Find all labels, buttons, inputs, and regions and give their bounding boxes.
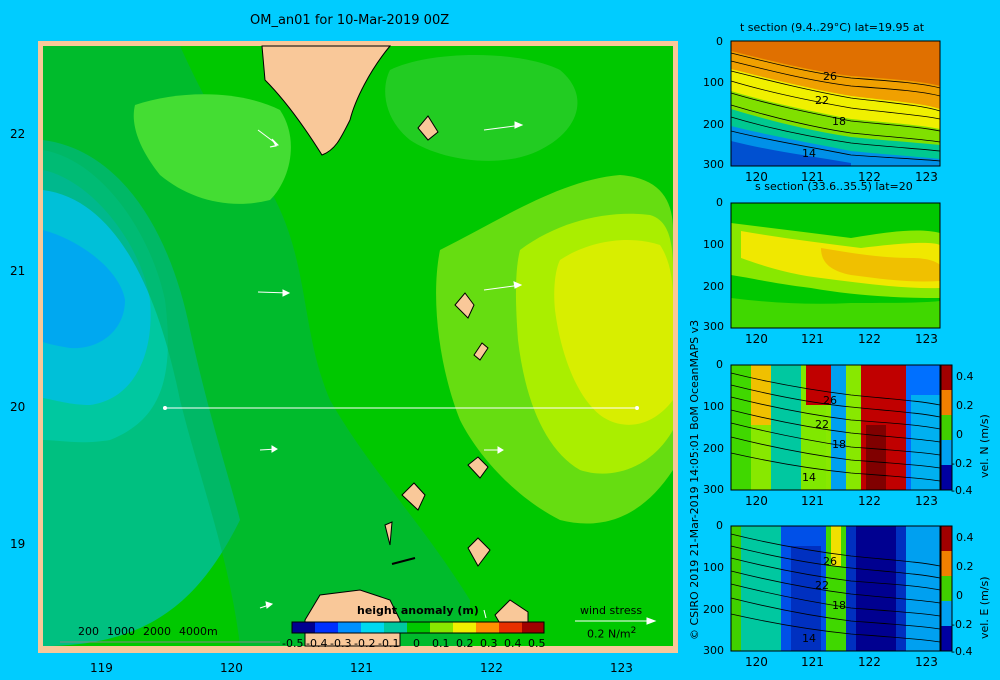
depth-legend-1000: 1000 [107,625,135,638]
depth-tick: 0 [716,358,723,371]
ve-contour-label: 18 [832,599,846,612]
vel-tick: -0.2 [951,457,973,470]
vel-tick: -0.2 [951,618,973,631]
lon-tick: 122 [858,494,881,508]
colorbar-tick: -0.1 [378,637,400,650]
lon-tick: 120 [745,494,768,508]
lon-tick: 123 [915,655,938,669]
depth-legend-4000: 4000m [179,625,218,638]
colorbar-ticks: -0.5 -0.4 -0.3 -0.2 -0.1 0 0.1 0.2 0.3 0… [282,637,554,651]
lon-tick: 121 [801,332,824,346]
depth-tick: 200 [703,118,724,131]
colorbar-tick: -0.5 [282,637,304,650]
lon-tick: 121 [801,655,824,669]
lon-tick: 123 [915,494,938,508]
colorbar-tick: 0 [413,637,420,650]
depth-tick: 100 [703,561,724,574]
depth-tick: 100 [703,238,724,251]
vel-n-label: vel. N (m/s) [978,414,991,478]
wind-stress-scale: 0.2 N/m2 [587,626,636,641]
wind-stress-label: wind stress [580,604,643,617]
wind-stress-scale-value: 0.2 N/m [587,627,631,641]
t-contour-label: 14 [802,147,816,160]
lon-tick: 122 [858,170,881,184]
vn-contour-label: 14 [802,471,816,484]
t-contour-label: 18 [832,115,846,128]
lon-tick: 121 [350,661,373,675]
colorbar-tick: 0.3 [480,637,498,650]
lat-tick: 19 [10,537,26,551]
lon-tick: 120 [745,655,768,669]
vel-tick: 0.4 [956,531,974,544]
lon-tick: 121 [801,170,824,184]
vel-tick: 0.2 [956,399,974,412]
colorbar-tick: 0.1 [432,637,450,650]
s-section-title: s section (33.6..35.5) lat=20 [755,180,913,193]
depth-tick: 200 [703,603,724,616]
lon-tick: 123 [610,661,633,675]
t-contour-label: 26 [823,70,837,83]
wind-stress-scale-exponent: 2 [630,626,637,636]
colorbar-tick: -0.4 [306,637,328,650]
depth-tick: 100 [703,76,724,89]
colorbar-tick: -0.2 [354,637,376,650]
vn-contour-label: 18 [832,438,846,451]
depth-tick: 0 [716,35,723,48]
lon-tick: 121 [801,494,824,508]
depth-tick: 200 [703,442,724,455]
depth-tick: 300 [703,483,724,496]
lat-tick: 21 [10,264,26,278]
vel-n-section-plot [730,364,953,491]
depth-tick: 200 [703,280,724,293]
vn-contour-label: 22 [815,418,829,431]
lon-tick: 119 [90,661,113,675]
credit-text: © CSIRO 2019 21-Mar-2019 14:05:01 BoM Oc… [688,319,701,640]
depth-tick: 0 [716,519,723,532]
depth-legend-200: 200 [78,625,99,638]
ve-contour-label: 22 [815,579,829,592]
vel-tick: 0.2 [956,560,974,573]
depth-tick: 300 [703,644,724,657]
colorbar-title: height anomaly (m) [357,604,479,617]
depth-tick: 0 [716,196,723,209]
t-contour-label: 22 [815,94,829,107]
colorbar-tick: -0.3 [330,637,352,650]
depth-tick: 100 [703,400,724,413]
s-section-plot [730,202,941,329]
t-section-plot [730,40,941,167]
colorbar-tick: 0.2 [456,637,474,650]
lon-tick: 120 [745,332,768,346]
lon-tick: 122 [858,655,881,669]
lat-tick: 22 [10,127,26,141]
depth-tick: 300 [703,158,724,171]
vel-tick: -0.4 [951,484,973,497]
vel-e-section-plot [730,525,953,652]
vel-tick: -0.4 [951,645,973,658]
vel-e-label: vel. E (m/s) [978,576,991,639]
lon-tick: 120 [745,170,768,184]
vel-tick: 0 [956,428,963,441]
ve-contour-label: 14 [802,632,816,645]
lon-tick: 123 [915,332,938,346]
depth-legend-2000: 2000 [143,625,171,638]
lon-tick: 122 [858,332,881,346]
vel-tick: 0 [956,589,963,602]
depth-tick: 300 [703,320,724,333]
t-section-title: t section (9.4..29°C) lat=19.95 at [740,21,925,34]
lon-tick: 120 [220,661,243,675]
lat-tick: 20 [10,400,26,414]
lon-tick: 123 [915,170,938,184]
lon-tick: 122 [480,661,503,675]
colorbar-tick: 0.5 [528,637,546,650]
colorbar-tick: 0.4 [504,637,522,650]
ve-contour-label: 26 [823,555,837,568]
vel-tick: 0.4 [956,370,974,383]
vn-contour-label: 26 [823,394,837,407]
